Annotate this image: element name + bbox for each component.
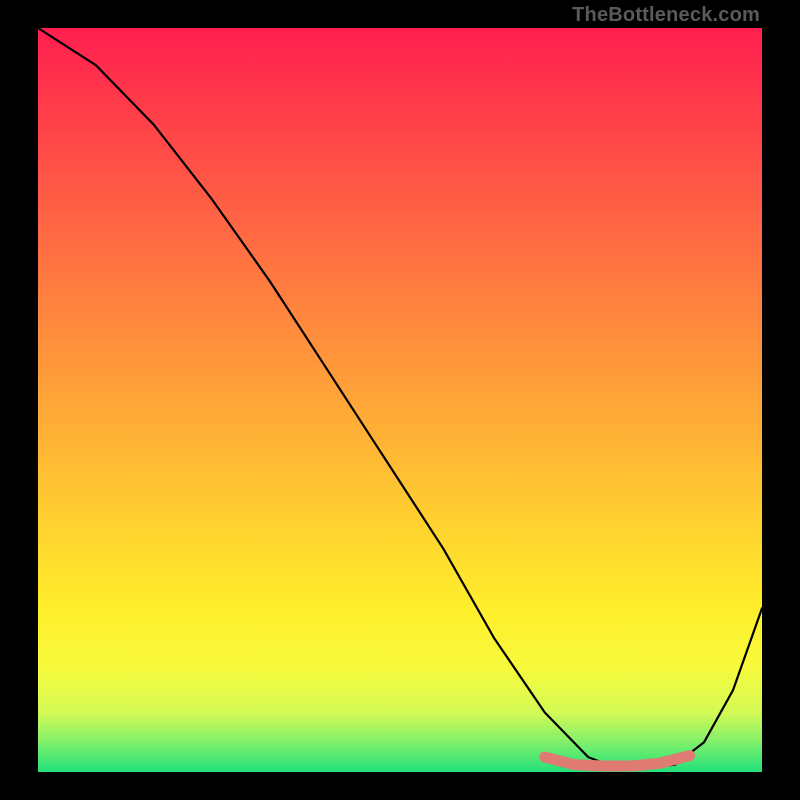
curve-layer [38, 28, 762, 772]
chart-frame: TheBottleneck.com [0, 0, 800, 800]
plot-area [38, 28, 762, 772]
bottleneck-curve [38, 28, 762, 768]
watermark-text: TheBottleneck.com [572, 4, 760, 27]
optimal-range-highlight [545, 756, 690, 766]
